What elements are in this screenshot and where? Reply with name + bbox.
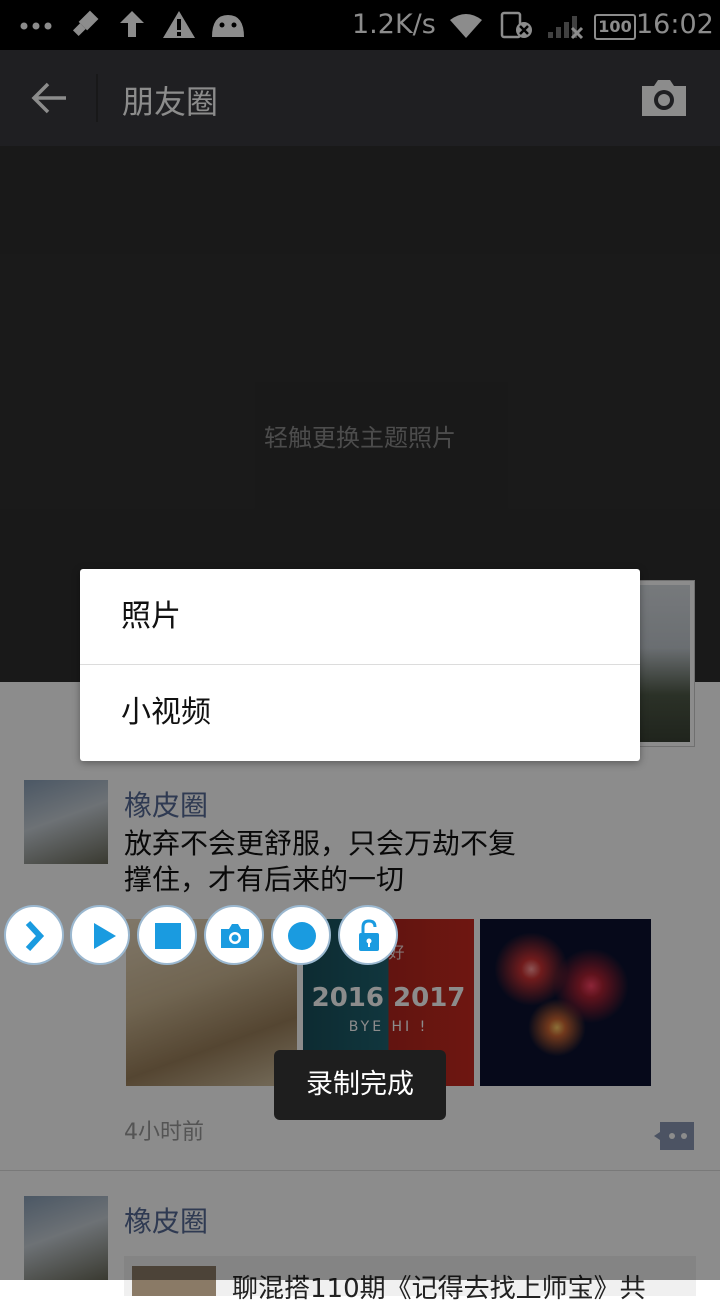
chevron-right-icon [25,920,45,952]
unlock-icon [359,919,379,951]
play-icon [94,923,116,949]
camera-icon [221,924,249,948]
play-button[interactable] [70,905,130,965]
menu-item-short-video[interactable]: 小视频 [80,665,640,760]
lock-button[interactable] [338,905,398,965]
record-button[interactable] [271,905,331,965]
stop-button[interactable] [137,905,197,965]
menu-item-photo[interactable]: 照片 [80,569,640,664]
collapse-toolbar-button[interactable] [4,905,64,965]
record-icon [288,922,316,950]
screenshot-button[interactable] [204,905,264,965]
stop-icon [155,923,181,949]
toast-message: 录制完成 [274,1050,446,1120]
popup-menu: 照片 小视频 [80,569,640,761]
